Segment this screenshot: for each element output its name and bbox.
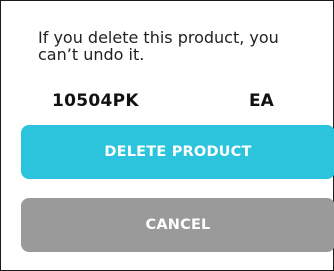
cancel-label: CANCEL bbox=[145, 217, 211, 233]
cancel-button[interactable]: CANCEL bbox=[21, 198, 334, 252]
delete-product-label: DELETE PRODUCT bbox=[104, 144, 252, 160]
product-code: 10504PK bbox=[52, 91, 139, 111]
delete-product-button[interactable]: DELETE PRODUCT bbox=[21, 125, 334, 179]
confirmation-message: If you delete this product, you can’t un… bbox=[38, 28, 279, 64]
product-row: 10504PK EA bbox=[1, 91, 333, 113]
product-unit: EA bbox=[249, 91, 274, 111]
delete-product-dialog: If you delete this product, you can’t un… bbox=[0, 0, 334, 271]
